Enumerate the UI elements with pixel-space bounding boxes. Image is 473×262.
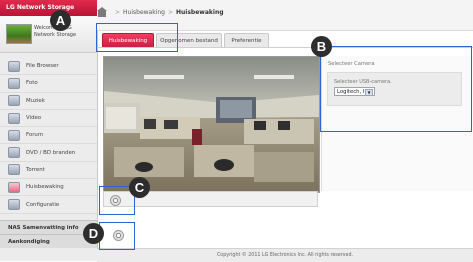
callout-badge-d: D: [83, 223, 104, 244]
breadcrumb-parent[interactable]: Huisbewaking: [123, 9, 165, 16]
status-button[interactable]: [113, 230, 124, 241]
callout-box-a: [96, 23, 178, 52]
footer: Copyright © 2011 LG Electronics Inc. All…: [97, 248, 473, 262]
file-browser-icon: [8, 60, 20, 72]
callout-badge-a: A: [50, 10, 71, 31]
sidebar-item-muziek[interactable]: Muziek: [0, 93, 97, 110]
sidebar-item-label: Torrent: [26, 166, 45, 173]
breadcrumb-separator: >: [167, 9, 174, 16]
breadcrumb: > Huisbewaking > Huisbewaking: [112, 9, 224, 16]
sidebar-item-file-browser[interactable]: File Browser: [0, 58, 97, 76]
callout-box-b: [320, 46, 472, 132]
welcome-panel: Welcome to LG Network Storage: [0, 16, 97, 53]
camera-scene: [104, 57, 319, 192]
sidebar-item-label: File Browser: [26, 63, 59, 70]
sidebar-nav: File Browser Foto Muziek Video Forum DVD…: [0, 58, 97, 214]
app-root: LG Network Storage Welcome to LG Network…: [0, 0, 473, 262]
sidebar-item-label: Configuratie: [26, 201, 60, 208]
sidebar-item-configuratie[interactable]: Configuratie: [0, 196, 97, 214]
brand-logo[interactable]: LG Network Storage: [0, 0, 97, 16]
tab-preferentie[interactable]: Preferentie: [224, 33, 269, 48]
video-icon: [8, 112, 20, 124]
sidebar-item-forum[interactable]: Forum: [0, 127, 97, 145]
disc-icon: [8, 147, 20, 159]
forum-icon: [8, 129, 20, 141]
sidebar-item-torrent[interactable]: Torrent: [0, 162, 97, 180]
welcome-thumbnail: [6, 24, 32, 44]
camera-icon: [8, 181, 20, 193]
photo-icon: [8, 77, 20, 89]
camera-live-view[interactable]: [103, 56, 320, 193]
sidebar-item-label: Video: [26, 115, 42, 122]
settings-icon: [8, 199, 20, 211]
breadcrumb-separator: >: [115, 9, 121, 16]
sidebar-item-huisbewaking[interactable]: Huisbewaking: [0, 179, 97, 197]
sidebar-item-label: Foto: [26, 80, 38, 87]
callout-badge-b: B: [311, 36, 332, 57]
sidebar-item-label: Muziek: [26, 97, 45, 104]
sidebar-item-label: DVD / BD branden: [26, 149, 76, 156]
sidebar-item-label: Forum: [26, 132, 44, 139]
callout-badge-c: C: [129, 177, 150, 198]
home-icon[interactable]: [97, 7, 107, 17]
music-icon: [8, 95, 20, 107]
breadcrumb-current: Huisbewaking: [176, 9, 224, 16]
torrent-icon: [8, 164, 20, 176]
sidebar-item-foto[interactable]: Foto: [0, 75, 97, 93]
sidebar-item-dvd-bd[interactable]: DVD / BD branden: [0, 144, 97, 162]
sidebar-item-label: Huisbewaking: [26, 184, 64, 191]
sidebar-item-video[interactable]: Video: [0, 110, 97, 128]
sidebar: LG Network Storage Welcome to LG Network…: [0, 0, 98, 261]
